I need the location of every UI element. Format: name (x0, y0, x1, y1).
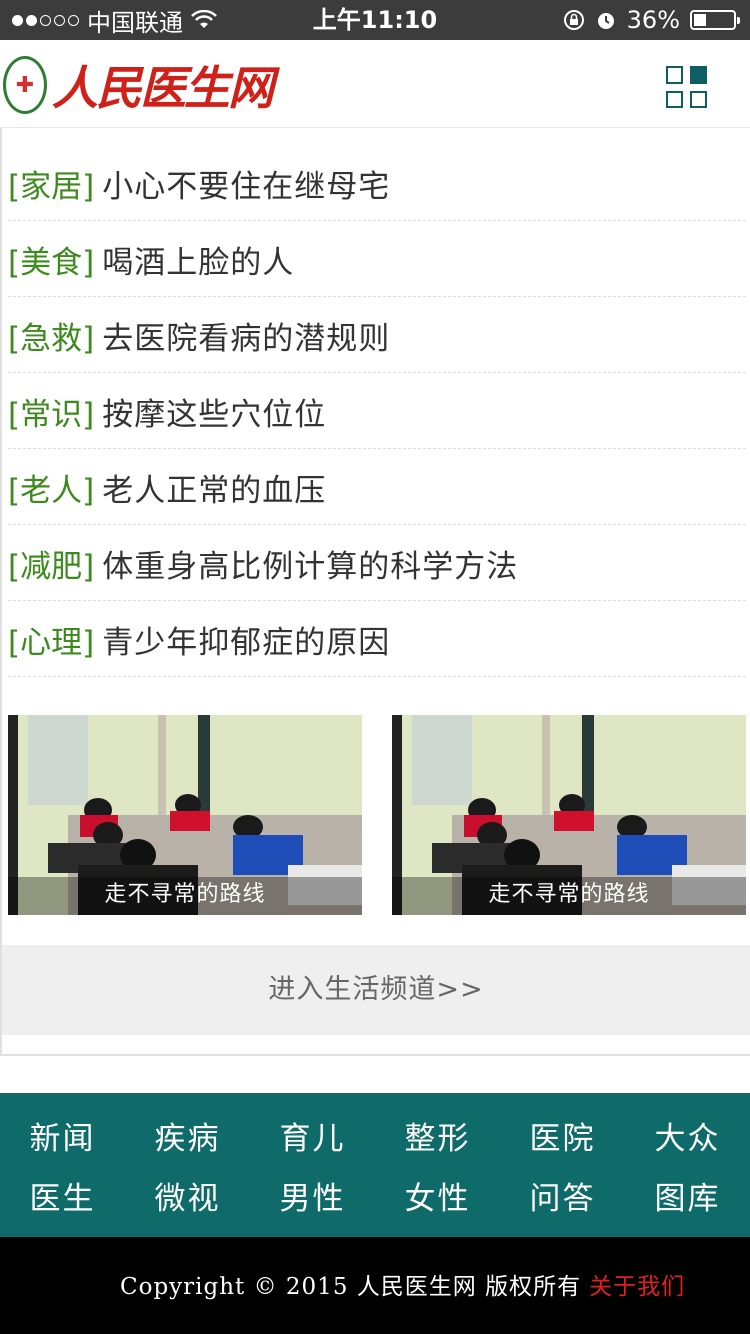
rotation-lock-icon (563, 10, 584, 30)
nav-item-video[interactable]: 微视 (125, 1173, 250, 1218)
news-title[interactable]: 小心不要住在继母宅 (102, 161, 390, 206)
news-item[interactable]: [家居] 小心不要住在继母宅 (8, 145, 746, 221)
picture-tile[interactable]: 走不寻常的路线 (392, 715, 746, 915)
news-tag: [家居] (8, 169, 95, 205)
picture-tile[interactable]: 走不寻常的路线 (8, 715, 362, 915)
site-logo[interactable]: 人民医生网 (52, 52, 274, 118)
battery-icon (690, 10, 740, 30)
picture-grid: 走不寻常的路线 走不寻常的路线 (8, 715, 746, 915)
news-tag: [常识] (8, 397, 95, 433)
nav-item-cosmetic[interactable]: 整形 (375, 1113, 500, 1158)
news-item[interactable]: [美食] 喝酒上脸的人 (8, 221, 746, 297)
status-bar: 中国联通 上午11:10 36% (0, 0, 750, 40)
nav-item-news[interactable]: 新闻 (0, 1113, 125, 1158)
news-list: [家居] 小心不要住在继母宅 [美食] 喝酒上脸的人 [急救] 去医院看病的潜规… (8, 145, 746, 677)
footer: Copyright © 2015 人民医生网 版权所有 关于我们 (0, 1237, 750, 1334)
news-item[interactable]: [常识] 按摩这些穴位位 (8, 373, 746, 449)
nav-item-qa[interactable]: 问答 (500, 1173, 625, 1218)
news-title[interactable]: 按摩这些穴位位 (102, 389, 326, 434)
about-us-link[interactable]: 关于我们 (589, 1274, 685, 1300)
nav-item-public[interactable]: 大众 (625, 1113, 750, 1158)
bottom-nav: 新闻 疾病 育儿 整形 医院 大众 医生 微视 男性 女性 问答 图库 (0, 1093, 750, 1237)
nav-item-male[interactable]: 男性 (250, 1173, 375, 1218)
nav-item-disease[interactable]: 疾病 (125, 1113, 250, 1158)
enter-life-channel-button[interactable]: 进入生活频道>> (2, 945, 750, 1035)
status-right: 36% (563, 0, 740, 40)
logo-emblem-icon: ✚ (3, 56, 47, 114)
news-tag: [减肥] (8, 549, 95, 585)
nav-item-gallery[interactable]: 图库 (625, 1173, 750, 1218)
nav-item-doctor[interactable]: 医生 (0, 1173, 125, 1218)
news-item[interactable]: [急救] 去医院看病的潜规则 (8, 297, 746, 373)
nav-item-parenting[interactable]: 育儿 (250, 1113, 375, 1158)
nav-item-hospital[interactable]: 医院 (500, 1113, 625, 1158)
battery-percent: 36% (626, 6, 680, 34)
nav-item-female[interactable]: 女性 (375, 1173, 500, 1218)
footer-line: Copyright © 2015 人民医生网 版权所有 关于我们 (120, 1267, 685, 1301)
news-tag: [急救] (8, 321, 95, 357)
news-title[interactable]: 青少年抑郁症的原因 (102, 617, 390, 662)
news-tag: [心理] (8, 625, 95, 661)
copyright-text: Copyright © 2015 人民医生网 版权所有 (120, 1274, 582, 1300)
news-item[interactable]: [减肥] 体重身高比例计算的科学方法 (8, 525, 746, 601)
grid-menu-icon[interactable] (666, 66, 708, 108)
news-title[interactable]: 去医院看病的潜规则 (102, 313, 390, 358)
picture-caption: 走不寻常的路线 (392, 877, 746, 915)
news-title[interactable]: 喝酒上脸的人 (102, 237, 294, 282)
alarm-icon (597, 13, 614, 29)
news-item[interactable]: [心理] 青少年抑郁症的原因 (8, 601, 746, 677)
news-tag: [美食] (8, 245, 95, 281)
picture-caption: 走不寻常的路线 (8, 877, 362, 915)
news-title[interactable]: 体重身高比例计算的科学方法 (102, 541, 518, 586)
news-title[interactable]: 老人正常的血压 (102, 465, 326, 510)
news-tag: [老人] (8, 473, 95, 509)
news-item[interactable]: [老人] 老人正常的血压 (8, 449, 746, 525)
site-header: ✚ 人民医生网 (0, 40, 750, 128)
